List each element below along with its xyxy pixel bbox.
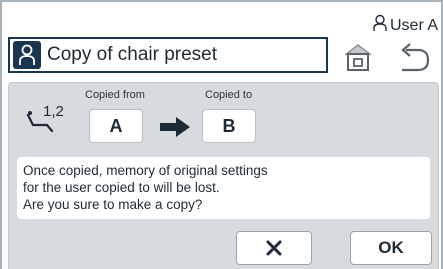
- close-icon: [266, 240, 282, 256]
- back-button[interactable]: [390, 39, 438, 75]
- title-bar: Copy of chair preset: [8, 37, 328, 73]
- user-name: User A: [389, 16, 438, 34]
- chair-memory-positions: 1,2: [43, 103, 64, 120]
- message-line: for the user copied to will be lost.: [23, 180, 220, 195]
- ok-button[interactable]: OK: [350, 231, 432, 265]
- copied-from-slot: A: [89, 109, 143, 143]
- copy-chair-preset-screen: User A Copy of chair preset 1,2 Copied f…: [0, 0, 443, 269]
- copy-confirmation-dialog: 1,2 Copied from Copied to A B Once copie…: [8, 82, 439, 269]
- home-button[interactable]: [338, 39, 378, 75]
- home-icon: [344, 44, 372, 71]
- warning-message: Once copied, memory of original settings…: [17, 157, 430, 219]
- copied-to-slot: B: [202, 109, 256, 143]
- copied-to-label: Copied to: [205, 89, 253, 101]
- cancel-button[interactable]: [236, 231, 312, 265]
- current-user: User A: [372, 14, 438, 37]
- user-profile-icon: [13, 41, 41, 69]
- back-arrow-icon: [401, 43, 430, 72]
- user-icon: [372, 14, 388, 37]
- message-line: Are you sure to make a copy?: [23, 197, 203, 212]
- message-line: Once copied, memory of original settings: [23, 163, 268, 178]
- right-arrow-icon: [160, 117, 190, 137]
- page-title: Copy of chair preset: [47, 44, 218, 65]
- copied-from-label: Copied from: [85, 89, 145, 101]
